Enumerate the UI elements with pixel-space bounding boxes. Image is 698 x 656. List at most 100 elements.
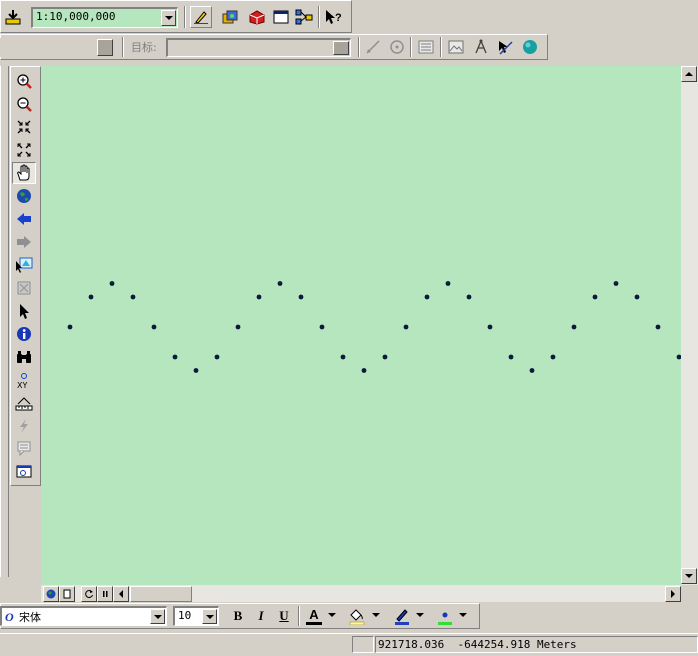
pause-drawing-button[interactable] [97,586,113,602]
edit-annotation-button[interactable] [494,36,516,58]
map-point-feature[interactable] [298,294,304,300]
back-extent-button[interactable] [12,208,36,230]
map-point-feature[interactable] [655,324,661,330]
html-popup-button[interactable] [12,437,36,459]
map-point-feature[interactable] [424,294,430,300]
sketch-tool-button[interactable] [362,36,384,58]
bold-button[interactable]: B [228,606,248,626]
data-view-button[interactable] [43,586,59,602]
vertical-scrollbar[interactable] [681,66,698,585]
line-color-dropdown[interactable] [416,613,424,617]
map-point-feature[interactable] [235,324,241,330]
clear-selection-button[interactable] [12,277,36,299]
globe-edit-button[interactable] [519,36,541,58]
measure-button[interactable] [12,393,36,415]
map-point-feature[interactable] [88,294,94,300]
arctoolbox-button[interactable] [246,6,268,28]
whats-this-icon: ? [326,10,342,24]
font-name-combo[interactable]: O 宋体 [0,606,167,626]
hyperlink-button[interactable] [12,415,36,437]
map-scale-dropdown-button[interactable] [161,10,176,26]
scroll-left-button[interactable] [113,586,129,602]
forward-extent-button[interactable] [12,231,36,253]
map-point-feature[interactable] [487,324,493,330]
map-point-feature[interactable] [319,324,325,330]
font-color-dropdown[interactable] [328,613,336,617]
font-name-dropdown-button[interactable] [150,609,165,624]
scroll-down-button[interactable] [681,568,697,584]
scroll-up-button[interactable] [681,66,697,82]
map-point-feature[interactable] [361,368,367,373]
italic-button[interactable]: I [251,606,271,626]
layout-view-button[interactable] [59,586,75,602]
map-point-feature[interactable] [634,294,640,300]
full-extent-button[interactable] [12,185,36,207]
arrow-up-icon [685,72,693,76]
fixed-zoom-out-button[interactable] [12,139,36,161]
map-point-feature[interactable] [172,354,178,360]
marker-color-button[interactable] [434,605,456,627]
pan-button[interactable] [12,162,36,184]
go-to-xy-button[interactable]: XY [12,369,36,391]
target-layer-combo[interactable] [166,38,351,57]
zoom-out-button[interactable] [12,93,36,115]
map-point-feature[interactable] [277,281,283,286]
map-display[interactable] [41,66,681,585]
arccatalog-button[interactable] [220,6,242,28]
add-data-button[interactable] [2,6,24,28]
map-point-feature[interactable] [67,324,73,330]
fixed-zoom-in-button[interactable] [12,116,36,138]
rotate-tool-button[interactable] [386,36,408,58]
map-point-feature[interactable] [445,281,451,286]
map-point-feature[interactable] [529,368,535,373]
find-button[interactable] [12,346,36,368]
font-color-button[interactable]: A [303,606,325,626]
map-point-feature[interactable] [256,294,262,300]
map-point-feature[interactable] [109,281,115,286]
select-features-icon [16,257,33,273]
identify-button[interactable] [12,323,36,345]
font-size-combo[interactable]: 10 [173,606,219,626]
scroll-right-button[interactable] [665,586,681,602]
map-point-feature[interactable] [508,354,514,360]
select-elements-button[interactable] [12,300,36,322]
zoom-in-button[interactable] [12,70,36,92]
map-point-feature[interactable] [550,354,556,360]
map-point-feature[interactable] [214,354,220,360]
map-point-feature[interactable] [130,294,136,300]
task-combo[interactable] [0,38,115,57]
image-icon [448,40,464,54]
map-point-feature[interactable] [613,281,619,286]
task-dropdown-button[interactable] [97,39,113,56]
sketch-properties-button[interactable] [445,36,467,58]
font-size-dropdown-button[interactable] [202,609,217,624]
target-dropdown-button[interactable] [333,41,349,55]
marker-color-dropdown[interactable] [459,613,467,617]
pause-icon [103,591,108,597]
editor-toolbar-button[interactable] [190,6,212,28]
fill-color-dropdown[interactable] [372,613,380,617]
editor-icon [194,11,208,24]
map-point-feature[interactable] [382,354,388,360]
fixed-zoom-out-icon [17,143,31,157]
time-slider-button[interactable] [12,460,36,482]
map-point-feature[interactable] [466,294,472,300]
topology-button[interactable] [470,36,492,58]
fill-color-button[interactable] [346,605,368,627]
model-builder-button[interactable] [293,6,315,28]
underline-button[interactable]: U [274,606,294,626]
map-point-feature[interactable] [403,324,409,330]
horizontal-scroll-thumb[interactable] [130,586,192,602]
map-scale-combo[interactable]: 1:10,000,000 [31,7,178,28]
select-features-button[interactable] [12,254,36,276]
map-point-feature[interactable] [151,324,157,330]
map-point-feature[interactable] [193,368,199,373]
map-point-feature[interactable] [571,324,577,330]
whats-this-button[interactable]: ? [322,6,344,28]
map-point-feature[interactable] [340,354,346,360]
line-color-button[interactable] [391,605,413,627]
attributes-button[interactable] [415,36,437,58]
command-line-button[interactable] [270,6,292,28]
map-point-feature[interactable] [592,294,598,300]
refresh-button[interactable] [81,586,97,602]
